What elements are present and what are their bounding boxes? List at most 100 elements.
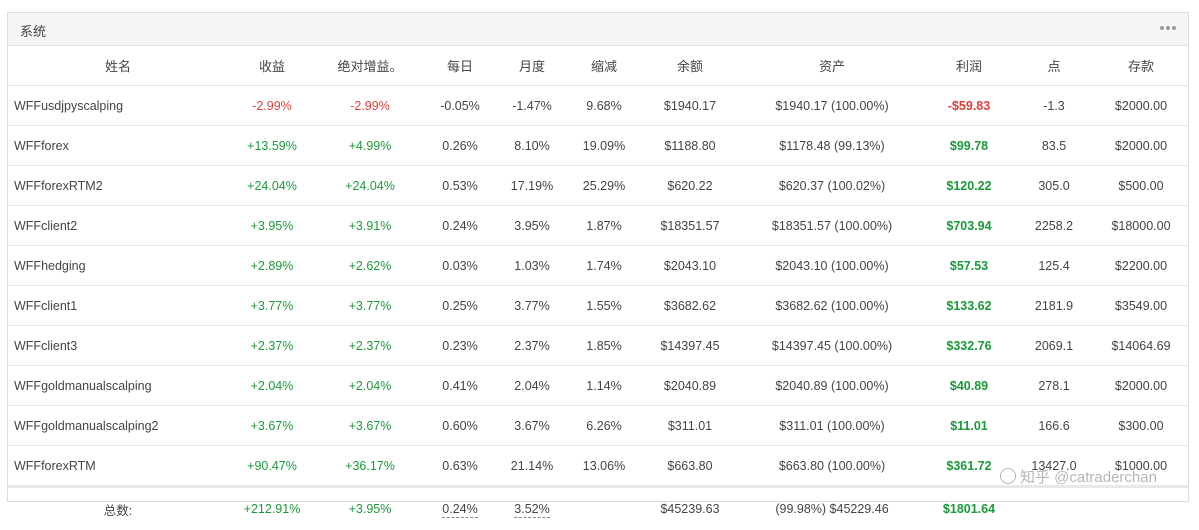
balance-cell: $1940.17 [640,86,740,126]
profit-cell: $99.78 [924,126,1014,166]
column-header[interactable]: 姓名 [8,46,228,86]
column-header[interactable]: 每日 [424,46,496,86]
drawdown-cell: 1.14% [568,366,640,406]
column-header[interactable]: 点 [1014,46,1094,86]
gain-cell: +3.67% [228,406,316,446]
deposit-cell: $2000.00 [1094,366,1188,406]
profit-cell: $133.62 [924,286,1014,326]
pips-cell: 278.1 [1014,366,1094,406]
column-header[interactable]: 存款 [1094,46,1188,86]
system-name-link[interactable]: WFFgoldmanualscalping2 [8,406,228,446]
profit-cell: $11.01 [924,406,1014,446]
total-profit: $1801.64 [924,487,1014,530]
system-name-link[interactable]: WFFforex [8,126,228,166]
total-label: 总数: [8,487,228,530]
equity-cell: $2043.10 (100.00%) [740,246,924,286]
equity-cell: $2040.89 (100.00%) [740,366,924,406]
equity-cell: $1940.17 (100.00%) [740,86,924,126]
column-header[interactable]: 绝对增益。 [316,46,424,86]
pips-cell: -1.3 [1014,86,1094,126]
table-row: WFFforex+13.59%+4.99%0.26%8.10%19.09%$11… [8,126,1188,166]
deposit-cell: $2200.00 [1094,246,1188,286]
balance-cell: $663.80 [640,446,740,487]
total-deposit [1094,487,1188,530]
gain-cell: +2.37% [228,326,316,366]
system-name-link[interactable]: WFFgoldmanualscalping [8,366,228,406]
drawdown-cell: 19.09% [568,126,640,166]
profit-cell: $40.89 [924,366,1014,406]
monthly-cell: 3.67% [496,406,568,446]
gain-cell: +3.95% [228,206,316,246]
deposit-cell: $2000.00 [1094,126,1188,166]
balance-cell: $14397.45 [640,326,740,366]
column-header[interactable]: 资产 [740,46,924,86]
monthly-cell: 8.10% [496,126,568,166]
profit-cell: $332.76 [924,326,1014,366]
monthly-cell: 3.77% [496,286,568,326]
system-name-link[interactable]: WFFforexRTM [8,446,228,487]
daily-cell: 0.03% [424,246,496,286]
profit-cell: -$59.83 [924,86,1014,126]
total-monthly: 3.52% [496,487,568,530]
drawdown-cell: 1.85% [568,326,640,366]
system-name-link[interactable]: WFFclient1 [8,286,228,326]
more-dots-icon[interactable] [1160,26,1178,31]
daily-cell: 0.53% [424,166,496,206]
equity-cell: $311.01 (100.00%) [740,406,924,446]
abs-gain-cell: +2.37% [316,326,424,366]
column-header[interactable]: 月度 [496,46,568,86]
systems-table: 姓名收益绝对增益。每日月度缩减余额资产利润点存款 WFFusdjpyscalpi… [8,46,1188,530]
deposit-cell: $18000.00 [1094,206,1188,246]
column-header[interactable]: 收益 [228,46,316,86]
table-header-row: 姓名收益绝对增益。每日月度缩减余额资产利润点存款 [8,46,1188,86]
abs-gain-cell: -2.99% [316,86,424,126]
balance-cell: $1188.80 [640,126,740,166]
table-row: WFFhedging+2.89%+2.62%0.03%1.03%1.74%$20… [8,246,1188,286]
pips-cell: 83.5 [1014,126,1094,166]
daily-cell: 0.41% [424,366,496,406]
column-header[interactable]: 利润 [924,46,1014,86]
system-name-link[interactable]: WFFclient3 [8,326,228,366]
profit-cell: $120.22 [924,166,1014,206]
systems-panel: 系统 姓名收益绝对增益。每日月度缩减余额资产利润点存款 WFFusdjpysca… [7,12,1189,502]
gain-cell: +2.89% [228,246,316,286]
daily-cell: 0.25% [424,286,496,326]
total-drawdown [568,487,640,530]
total-pips [1014,487,1094,530]
gain-cell: +13.59% [228,126,316,166]
pips-cell: 125.4 [1014,246,1094,286]
monthly-cell: 2.04% [496,366,568,406]
drawdown-cell: 1.87% [568,206,640,246]
table-row: WFFgoldmanualscalping2+3.67%+3.67%0.60%3… [8,406,1188,446]
equity-cell: $1178.48 (99.13%) [740,126,924,166]
zhihu-logo-icon [1000,468,1016,484]
table-row: WFFgoldmanualscalping+2.04%+2.04%0.41%2.… [8,366,1188,406]
abs-gain-cell: +2.62% [316,246,424,286]
equity-cell: $14397.45 (100.00%) [740,326,924,366]
balance-cell: $2043.10 [640,246,740,286]
drawdown-cell: 1.74% [568,246,640,286]
deposit-cell: $14064.69 [1094,326,1188,366]
pips-cell: 2258.2 [1014,206,1094,246]
monthly-cell: 21.14% [496,446,568,487]
system-name-link[interactable]: WFFforexRTM2 [8,166,228,206]
watermark: 知乎 @catraderchan [1000,466,1157,487]
balance-cell: $311.01 [640,406,740,446]
system-name-link[interactable]: WFFclient2 [8,206,228,246]
table-row: WFFclient1+3.77%+3.77%0.25%3.77%1.55%$36… [8,286,1188,326]
gain-cell: +2.04% [228,366,316,406]
monthly-cell: 17.19% [496,166,568,206]
profit-cell: $57.53 [924,246,1014,286]
abs-gain-cell: +3.77% [316,286,424,326]
drawdown-cell: 9.68% [568,86,640,126]
column-header[interactable]: 缩减 [568,46,640,86]
system-name-link[interactable]: WFFusdjpyscalping [8,86,228,126]
daily-cell: 0.26% [424,126,496,166]
total-equity: (99.98%) $45229.46 [740,487,924,530]
monthly-cell: 1.03% [496,246,568,286]
table-row: WFFclient2+3.95%+3.91%0.24%3.95%1.87%$18… [8,206,1188,246]
column-header[interactable]: 余额 [640,46,740,86]
gain-cell: +90.47% [228,446,316,487]
system-name-link[interactable]: WFFhedging [8,246,228,286]
drawdown-cell: 13.06% [568,446,640,487]
